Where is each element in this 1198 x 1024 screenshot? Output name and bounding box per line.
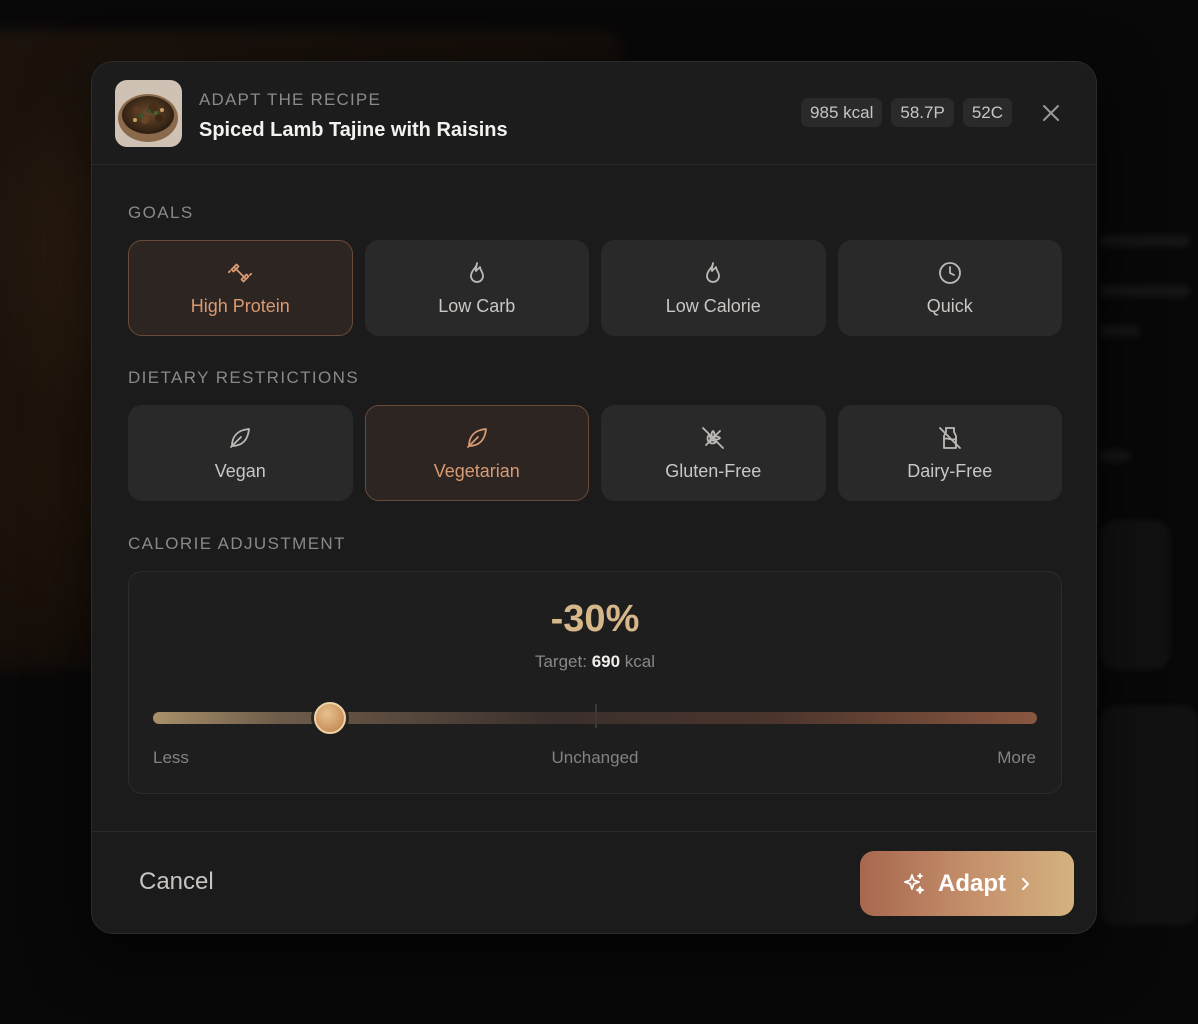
macro-summary: 985 kcal 58.7P 52C <box>801 98 1012 127</box>
dialog-kicker: ADAPT THE RECIPE <box>199 90 382 109</box>
dumbbell-icon <box>227 260 253 286</box>
background-text-line <box>1100 325 1140 337</box>
close-button[interactable] <box>1038 100 1064 126</box>
adapt-button[interactable]: Adapt <box>860 851 1074 916</box>
restriction-label: Vegan <box>214 460 266 481</box>
calorie-adjustment-panel: -30% Target: 690 kcal Less Unchanged Mor… <box>128 571 1062 794</box>
flame-icon <box>464 260 490 286</box>
restriction-gluten-free[interactable]: Gluten-Free <box>601 405 826 501</box>
goal-label: Low Calorie <box>665 295 761 316</box>
slider-max-label: More <box>997 748 1036 767</box>
target-prefix: Target: <box>534 652 587 671</box>
restriction-dairy-free[interactable]: Dairy-Free <box>837 405 1062 501</box>
leaf-icon <box>464 425 490 451</box>
chevron-right-icon <box>1022 877 1029 890</box>
restrictions-options: Vegan Vegetarian Gluten-Free Dairy-Free <box>128 405 1062 501</box>
restriction-label: Dairy-Free <box>907 460 993 481</box>
goal-low-carb[interactable]: Low Carb <box>364 240 589 336</box>
adapt-button-label: Adapt <box>938 869 1006 897</box>
cancel-button[interactable]: Cancel <box>139 868 214 896</box>
goals-section-label: GOALS <box>128 203 194 222</box>
calorie-adjustment-value: -30% <box>550 598 640 640</box>
target-value: 690 <box>591 652 621 671</box>
recipe-thumbnail <box>115 80 182 147</box>
wheat-off-icon <box>700 425 726 451</box>
calorie-section-label: CALORIE ADJUSTMENT <box>128 534 346 553</box>
background-text-line <box>1100 450 1130 462</box>
protein-badge: 58.7P <box>891 98 954 127</box>
sparkles-icon <box>904 872 924 894</box>
target-unit: kcal <box>624 652 656 671</box>
background-card <box>1100 520 1170 670</box>
goals-options: High Protein Low Carb Low Calorie Quick <box>128 240 1062 336</box>
restrictions-section-label: DIETARY RESTRICTIONS <box>128 368 360 387</box>
dialog-header: ADAPT THE RECIPE Spiced Lamb Tajine with… <box>92 62 1096 165</box>
calorie-slider-handle[interactable] <box>313 702 346 734</box>
slider-center-label: Unchanged <box>551 748 639 767</box>
restriction-label: Vegetarian <box>433 460 520 481</box>
adapt-recipe-dialog: ADAPT THE RECIPE Spiced Lamb Tajine with… <box>91 61 1097 934</box>
goal-label: High Protein <box>190 295 290 316</box>
goal-high-protein[interactable]: High Protein <box>128 240 353 336</box>
goal-label: Quick <box>926 295 973 316</box>
slider-center-mark <box>595 704 597 728</box>
flame-icon <box>700 260 726 286</box>
background-card <box>1100 705 1198 925</box>
restriction-vegan[interactable]: Vegan <box>128 405 353 501</box>
restriction-vegetarian[interactable]: Vegetarian <box>364 405 589 501</box>
close-icon <box>1043 105 1059 121</box>
restriction-label: Gluten-Free <box>665 460 762 481</box>
clock-icon <box>937 260 963 286</box>
calorie-target: Target: 690 kcal <box>129 652 1061 672</box>
milk-off-icon <box>937 425 963 451</box>
background-text-line <box>1100 235 1190 247</box>
dialog-footer: Cancel Adapt <box>92 831 1096 933</box>
goal-label: Low Carb <box>438 295 516 316</box>
background-text-line <box>1100 285 1190 297</box>
carbs-badge: 52C <box>962 98 1012 127</box>
leaf-icon <box>227 425 253 451</box>
calories-badge: 985 kcal <box>801 98 883 127</box>
recipe-title: Spiced Lamb Tajine with Raisins <box>199 119 508 141</box>
goal-quick[interactable]: Quick <box>837 240 1062 336</box>
goal-low-calorie[interactable]: Low Calorie <box>601 240 826 336</box>
